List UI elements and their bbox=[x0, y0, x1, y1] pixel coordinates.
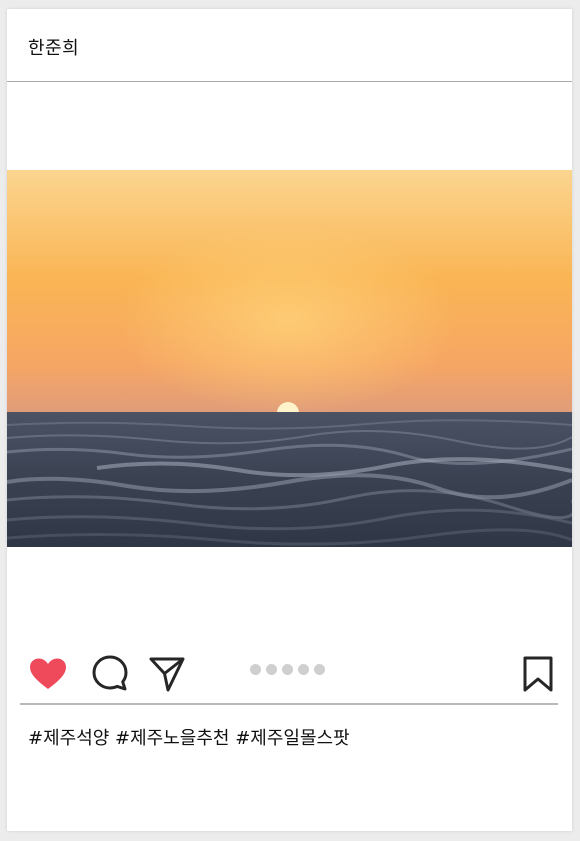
sunset-photo bbox=[7, 170, 572, 547]
post-actions bbox=[7, 649, 572, 697]
carousel-dot[interactable] bbox=[314, 664, 325, 675]
username[interactable]: 한준희 bbox=[28, 34, 79, 60]
post-card: 한준희 #제주석양 #제주노을추천 #제주일몰스팟 bbox=[7, 9, 572, 831]
bookmark-icon[interactable] bbox=[521, 655, 555, 693]
carousel-dot[interactable] bbox=[250, 664, 261, 675]
carousel-dot[interactable] bbox=[266, 664, 277, 675]
post-photo[interactable] bbox=[7, 170, 572, 547]
share-icon[interactable] bbox=[148, 655, 186, 693]
comment-icon[interactable] bbox=[91, 654, 129, 692]
heart-icon[interactable] bbox=[28, 657, 68, 691]
divider bbox=[20, 703, 558, 705]
post-caption: #제주석양 #제주노을추천 #제주일몰스팟 bbox=[28, 728, 350, 749]
carousel-dot[interactable] bbox=[298, 664, 309, 675]
carousel-dot[interactable] bbox=[282, 664, 293, 675]
post-header: 한준희 bbox=[7, 9, 572, 82]
